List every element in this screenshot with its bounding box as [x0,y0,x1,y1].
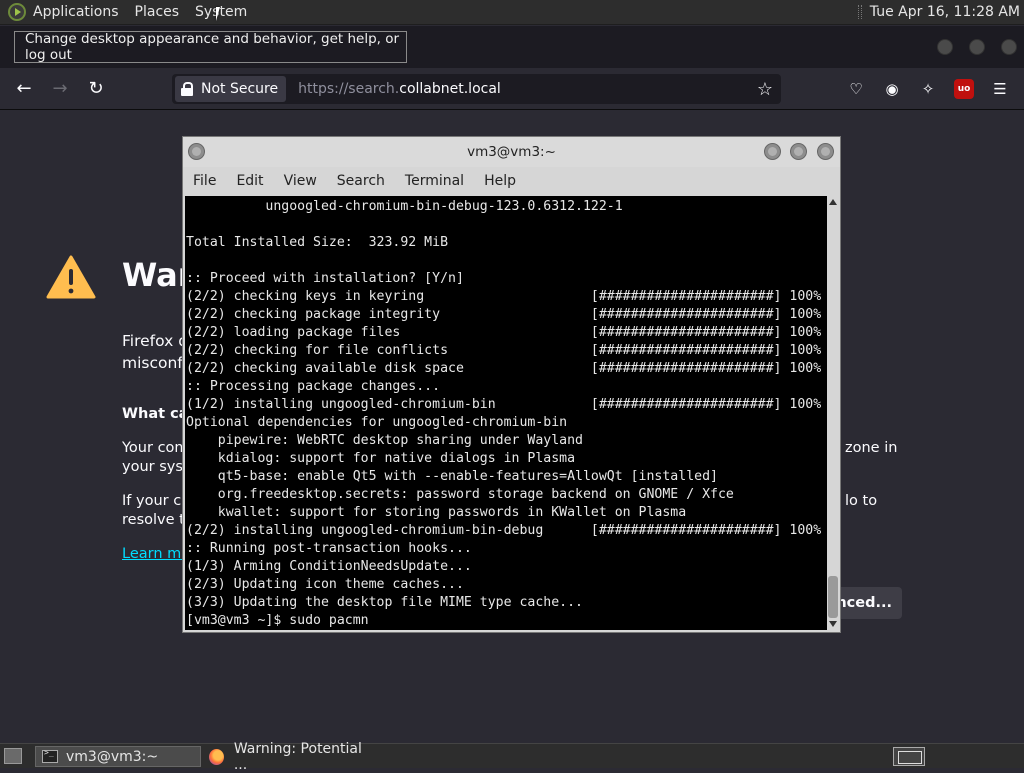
panel-separator [857,5,862,19]
scroll-up-icon[interactable] [829,199,837,205]
menu-applications[interactable]: Applications [33,4,119,20]
not-secure-label: Not Secure [201,81,279,97]
window-menu-icon[interactable] [188,143,205,160]
terminal-line: qt5-base: enable Qt5 with --enable-featu… [186,469,718,484]
url-domain: collabnet.local [399,81,501,97]
terminal-line: (2/2) checking for file conflicts [#####… [186,343,822,358]
mouse-pointer-icon [216,7,224,21]
url-text[interactable]: https://search.collabnet.local [298,81,501,97]
terminal-line: (1/2) installing ungoogled-chromium-bin … [186,397,822,412]
terminal-window: vm3@vm3:~ File Edit View Search Terminal… [182,136,841,633]
page-text-line: Firefox d [122,332,189,350]
task-terminal[interactable]: vm3@vm3:~ [35,746,201,767]
terminal-line: (3/3) Updating the desktop file MIME typ… [186,595,583,610]
terminal-line: (2/2) checking keys in keyring [########… [186,289,822,304]
top-panel: Applications Places System Tue Apr 16, 1… [0,0,1024,25]
close-icon[interactable] [817,143,834,160]
terminal-titlebar[interactable]: vm3@vm3:~ [183,137,840,167]
page-text-line: zone in [845,440,898,456]
page-text-line: Your com [122,440,189,456]
panel-right: Tue Apr 16, 11:28 AM [857,4,1020,20]
terminal-line: (2/2) checking available disk space [###… [186,361,822,376]
terminal-line: Total Installed Size: 323.92 MiB [186,235,449,250]
terminal-line: ungoogled-chromium-bin-debug-123.0.6312.… [186,199,623,214]
terminal-line: pipewire: WebRTC desktop sharing under W… [186,433,583,448]
account-icon[interactable]: ◉ [882,79,902,99]
menu-help[interactable]: Help [484,173,516,189]
terminal-line: :: Running post-transaction hooks... [186,541,472,556]
scroll-down-icon[interactable] [829,621,837,627]
terminal-icon [42,748,58,763]
terminal-scrollbar[interactable] [827,196,839,630]
page-text-line: your syst [122,459,189,475]
task-firefox[interactable]: Warning: Potential ... [203,741,369,773]
task-label: vm3@vm3:~ [66,748,159,765]
lock-icon [181,82,193,96]
maximize-icon[interactable] [790,143,807,160]
close-icon[interactable] [1001,39,1017,55]
terminal-title: vm3@vm3:~ [467,144,556,160]
menu-terminal[interactable]: Terminal [405,173,464,189]
page-text-line: misconf [122,354,183,372]
url-bar[interactable]: Not Secure https://search.collabnet.loca… [172,74,781,104]
terminal-line: :: Processing package changes... [186,379,441,394]
bottom-panel: vm3@vm3:~ Warning: Potential ... [0,741,1024,773]
terminal-line: (1/3) Arming ConditionNeedsUpdate... [186,559,472,574]
bookmark-star-icon[interactable]: ☆ [757,79,773,100]
terminal-line: (2/2) loading package files [###########… [186,325,822,340]
back-icon[interactable]: ← [11,76,37,102]
terminal-line: [vm3@vm3 ~]$ sudo pacmn [186,613,369,628]
scrollbar-thumb[interactable] [828,576,838,618]
workspace-switcher[interactable] [893,747,925,766]
extensions-icon[interactable]: ✧ [918,79,938,99]
terminal-line: (2/2) checking package integrity [######… [186,307,822,322]
distro-logo-icon[interactable] [8,3,26,21]
maximize-icon[interactable] [969,39,985,55]
minimize-icon[interactable] [764,143,781,160]
firefox-icon [209,748,224,765]
terminal-menubar: File Edit View Search Terminal Help [183,167,840,195]
menu-places[interactable]: Places [135,4,180,20]
terminal-line: org.freedesktop.secrets: password storag… [186,487,734,502]
ublock-origin-icon[interactable]: uo [954,79,974,99]
terminal-line: (2/3) Updating icon theme caches... [186,577,464,592]
url-prefix: https://search. [298,81,400,97]
terminal-line: Optional dependencies for ungoogled-chro… [186,415,568,430]
menu-view[interactable]: View [284,173,317,189]
terminal-line: kwallet: support for storing passwords i… [186,505,687,520]
menu-search[interactable]: Search [337,173,385,189]
pocket-icon[interactable]: ♡ [846,79,866,99]
hamburger-menu-icon[interactable]: ☰ [990,79,1010,99]
terminal-line: kdialog: support for native dialogs in P… [186,451,576,466]
terminal-output[interactable]: ungoogled-chromium-bin-debug-123.0.6312.… [185,196,827,630]
site-security-indicator[interactable]: Not Secure [175,76,287,102]
browser-toolbar: ← → ↻ Not Secure https://search.collabne… [0,68,1024,110]
terminal-line: :: Proceed with installation? [Y/n] [186,271,464,286]
learn-more-link[interactable]: Learn mo [122,546,190,562]
reload-icon[interactable]: ↻ [83,76,109,102]
terminal-line: (2/2) installing ungoogled-chromium-bin-… [186,523,822,538]
minimize-icon[interactable] [937,39,953,55]
forward-icon[interactable]: → [47,76,73,102]
show-desktop-icon[interactable] [4,748,22,764]
page-text-line: lo to [845,493,878,509]
system-menu-tooltip: Change desktop appearance and behavior, … [14,31,407,63]
menu-file[interactable]: File [193,173,216,189]
clock[interactable]: Tue Apr 16, 11:28 AM [870,4,1020,20]
warning-icon [46,255,96,299]
menu-edit[interactable]: Edit [236,173,263,189]
